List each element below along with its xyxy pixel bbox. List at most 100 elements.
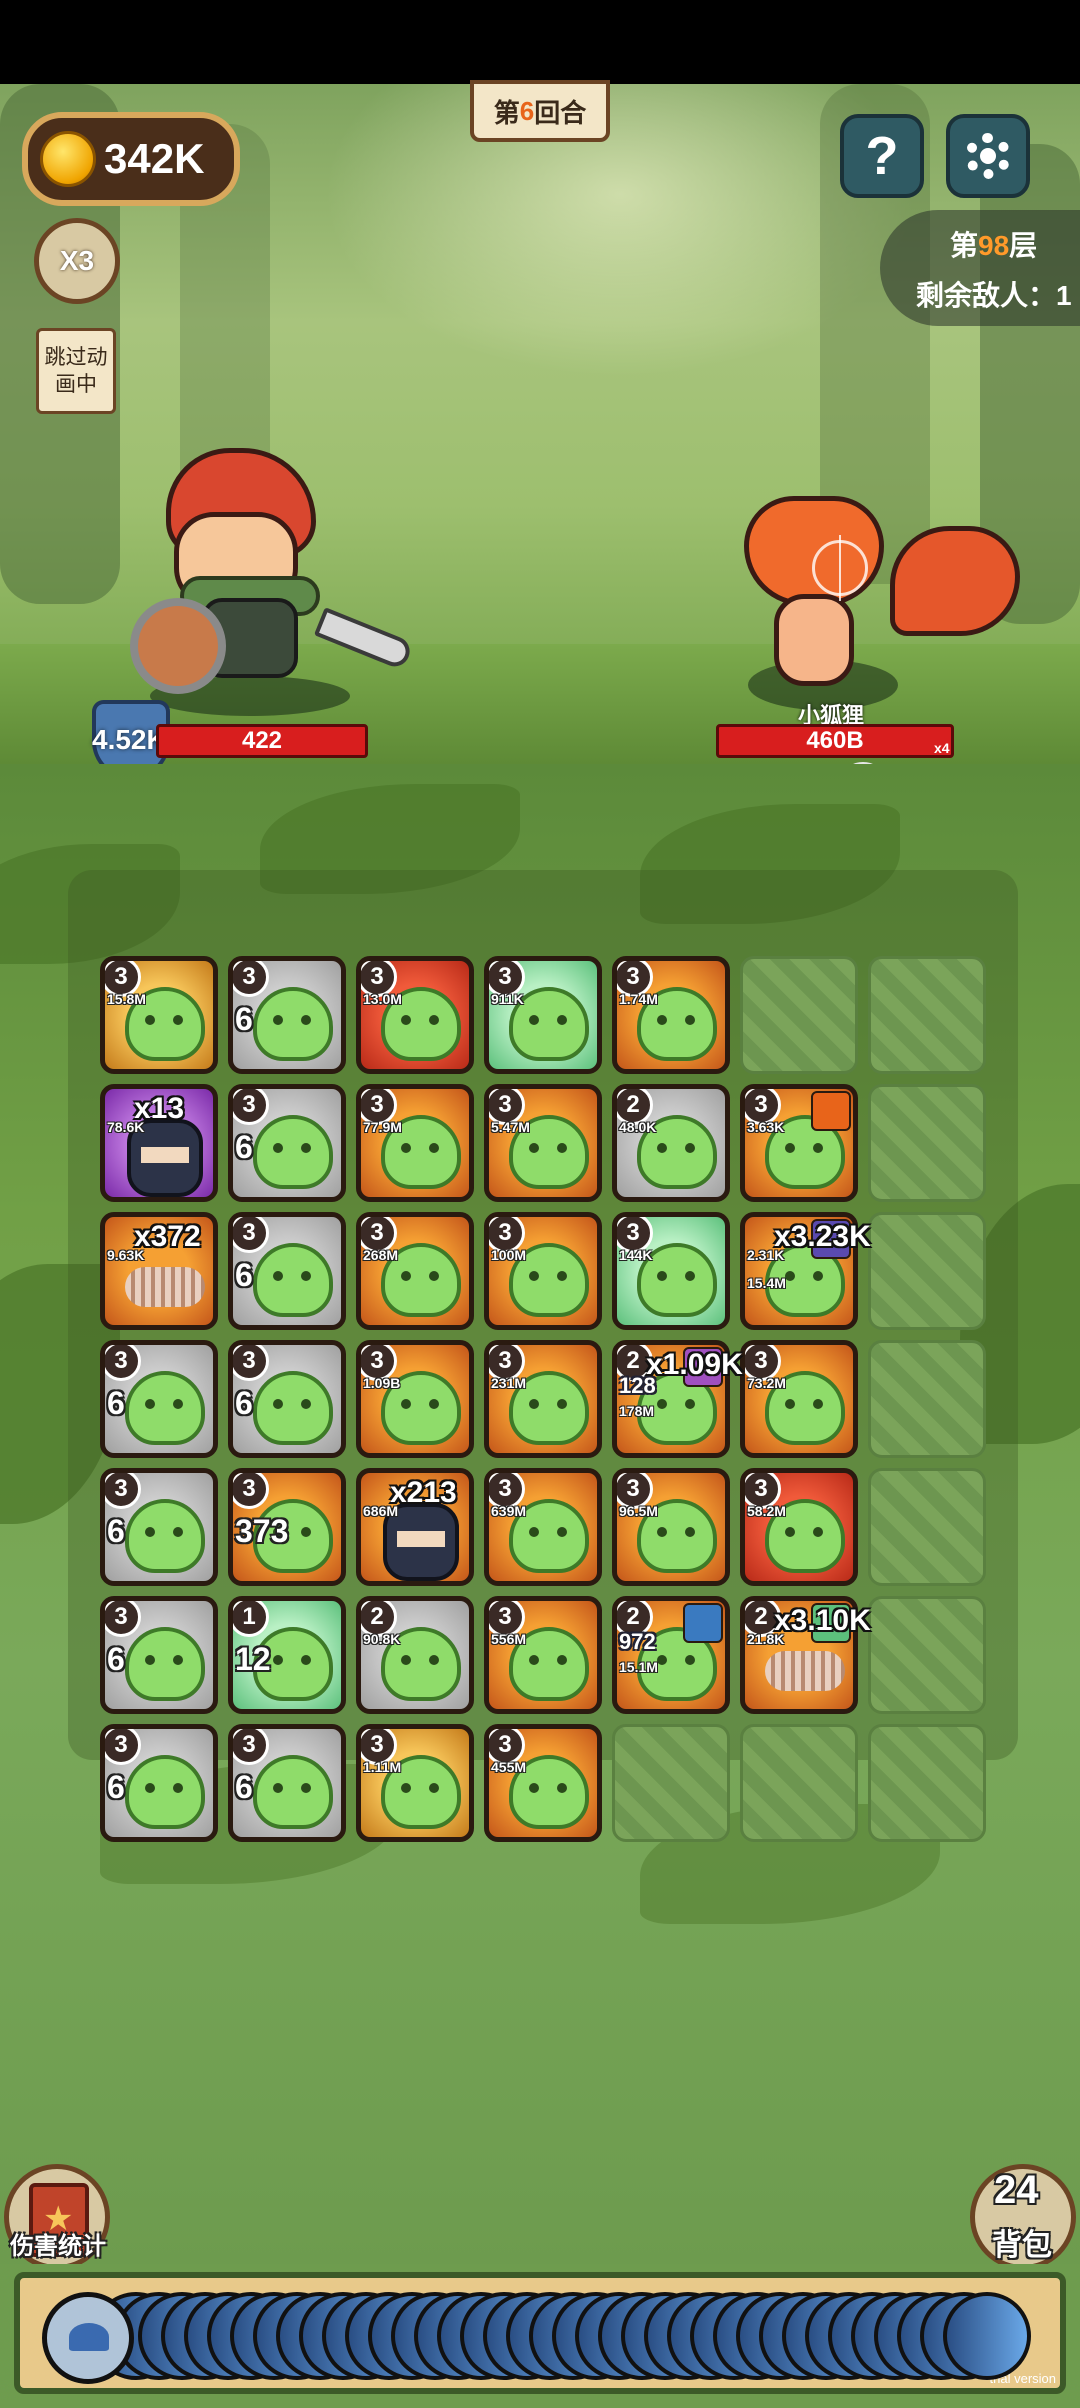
unit-tile[interactable]: 36 <box>100 1724 218 1842</box>
unit-tile[interactable]: 3 3.63K <box>740 1084 858 1202</box>
slime-icon <box>125 1627 205 1701</box>
unit-tile[interactable]: 36 <box>100 1596 218 1714</box>
empty-slot[interactable] <box>868 1724 986 1842</box>
damage-value: 90.8K <box>363 1631 401 1647</box>
empty-slot[interactable] <box>740 956 858 1074</box>
unit-tile[interactable]: 36 <box>228 1724 346 1842</box>
status-bar <box>0 0 1080 84</box>
unit-count: 12 <box>235 1641 271 1677</box>
attack-queue: trial version <box>14 2272 1066 2394</box>
unit-tile[interactable]: 3 13.0M <box>356 956 474 1074</box>
unit-tile[interactable]: 3 556M <box>484 1596 602 1714</box>
unit-tile[interactable]: 3 268M <box>356 1212 474 1330</box>
damage-value: 639M <box>491 1503 527 1519</box>
damage-value: 5.47M <box>491 1119 530 1135</box>
unit-tile[interactable]: 3 5.47M <box>484 1084 602 1202</box>
bat-icon <box>69 2323 109 2351</box>
unit-tile[interactable]: 3 1.11M <box>356 1724 474 1842</box>
empty-slot[interactable] <box>868 1340 986 1458</box>
unit-tile[interactable]: 36 <box>100 1468 218 1586</box>
damage-value: 100M <box>491 1247 527 1263</box>
damage-value: 1.09B <box>363 1375 401 1391</box>
unit-level: 3 <box>233 1729 269 1765</box>
bag-label: 背包 <box>992 2229 1052 2262</box>
unit-count: 6 <box>235 1001 253 1037</box>
damage-value: 77.9M <box>363 1119 402 1135</box>
gear-icon <box>965 133 1011 179</box>
empty-slot[interactable] <box>868 1084 986 1202</box>
unit-tile[interactable]: 3 77.9M <box>356 1084 474 1202</box>
multiplier-overlay: x3.23K <box>774 1220 871 1253</box>
unit-tile[interactable]: 2 90.8K <box>356 1596 474 1714</box>
target-icon <box>812 535 868 601</box>
damage-value: 48.0K <box>619 1119 657 1135</box>
unit-level: 3 <box>233 1473 269 1509</box>
unit-tile[interactable]: 3 144K <box>612 1212 730 1330</box>
damage-value: 13.0M <box>363 991 402 1007</box>
empty-slot[interactable] <box>868 1212 986 1330</box>
unit-tile[interactable]: 36 <box>100 1340 218 1458</box>
damage-value-secondary: 178M <box>619 1403 655 1419</box>
empty-slot[interactable] <box>868 956 986 1074</box>
damage-value: 1.11M <box>363 1759 402 1775</box>
unit-tile[interactable]: 3 100M <box>484 1212 602 1330</box>
enemy-hp-bar: 460B <box>716 724 954 758</box>
round-number: 6 <box>519 95 535 126</box>
slime-icon <box>253 1755 333 1829</box>
unit-tile[interactable]: 3 1.09B <box>356 1340 474 1458</box>
unit-count: 6 <box>107 1385 125 1421</box>
unit-level: 3 <box>233 1217 269 1253</box>
spring-icon <box>765 1651 845 1691</box>
settings-button[interactable] <box>946 114 1030 198</box>
floor-label: 第98层 <box>950 230 1038 261</box>
enemies-remaining: 剩余敌人：1 <box>916 280 1072 311</box>
round-indicator: 第 6 回合 <box>470 80 610 142</box>
enemy-fox[interactable] <box>740 486 1020 696</box>
unit-tile[interactable]: 3 15.8M <box>100 956 218 1074</box>
skip-animation-label[interactable]: 跳过动画中 <box>36 328 116 414</box>
speed-control[interactable]: X3 跳过动画中 <box>34 218 120 414</box>
slime-icon <box>253 987 333 1061</box>
unit-tile[interactable]: 2 972 15.1M <box>612 1596 730 1714</box>
damage-value: 1.74M <box>619 991 658 1007</box>
help-button[interactable]: ? <box>840 114 924 198</box>
unit-level: 3 <box>105 1473 141 1509</box>
slime-icon <box>125 1371 205 1445</box>
unit-number: 972 <box>619 1629 656 1654</box>
damage-value: 15.8M <box>107 991 146 1007</box>
unit-count: 6 <box>107 1769 125 1805</box>
empty-slot[interactable] <box>612 1724 730 1842</box>
unit-tile[interactable]: 3 639M <box>484 1468 602 1586</box>
multiplier-overlay: x213 <box>390 1476 457 1509</box>
speed-button[interactable]: X3 <box>34 218 120 304</box>
multiplier-overlay: x3.10K <box>774 1604 871 1637</box>
unit-tile[interactable]: 3 455M <box>484 1724 602 1842</box>
unit-tile[interactable]: 3 231M <box>484 1340 602 1458</box>
unit-count: 373 <box>235 1513 289 1549</box>
unit-level: 3 <box>105 1729 141 1765</box>
unit-tile[interactable]: 3 911K <box>484 956 602 1074</box>
empty-slot[interactable] <box>740 1724 858 1842</box>
unit-tile[interactable]: 3 373 <box>228 1468 346 1586</box>
unit-tile[interactable]: 3 1.74M <box>612 956 730 1074</box>
unit-tile[interactable]: 1 12 <box>228 1596 346 1714</box>
unit-level: 3 <box>233 1089 269 1125</box>
shield-icon <box>130 598 226 694</box>
unit-tile[interactable]: 36 <box>228 956 346 1074</box>
unit-count: 6 <box>107 1513 125 1549</box>
unit-tile[interactable]: 3 96.5M <box>612 1468 730 1586</box>
empty-slot[interactable] <box>868 1596 986 1714</box>
damage-value: 911K <box>491 991 524 1007</box>
spring-icon <box>125 1267 205 1307</box>
damage-value-secondary: 15.1M <box>619 1659 658 1675</box>
unit-tile[interactable]: 3 58.2M <box>740 1468 858 1586</box>
unit-tile[interactable]: 36 <box>228 1212 346 1330</box>
queue-unit-disc <box>943 2292 1031 2380</box>
unit-tile[interactable]: 36 <box>228 1084 346 1202</box>
unit-tile[interactable]: 2 48.0K <box>612 1084 730 1202</box>
empty-slot[interactable] <box>868 1468 986 1586</box>
unit-count: 6 <box>107 1641 125 1677</box>
coin-icon <box>40 131 96 187</box>
unit-tile[interactable]: 36 <box>228 1340 346 1458</box>
unit-tile[interactable]: 3 73.2M <box>740 1340 858 1458</box>
